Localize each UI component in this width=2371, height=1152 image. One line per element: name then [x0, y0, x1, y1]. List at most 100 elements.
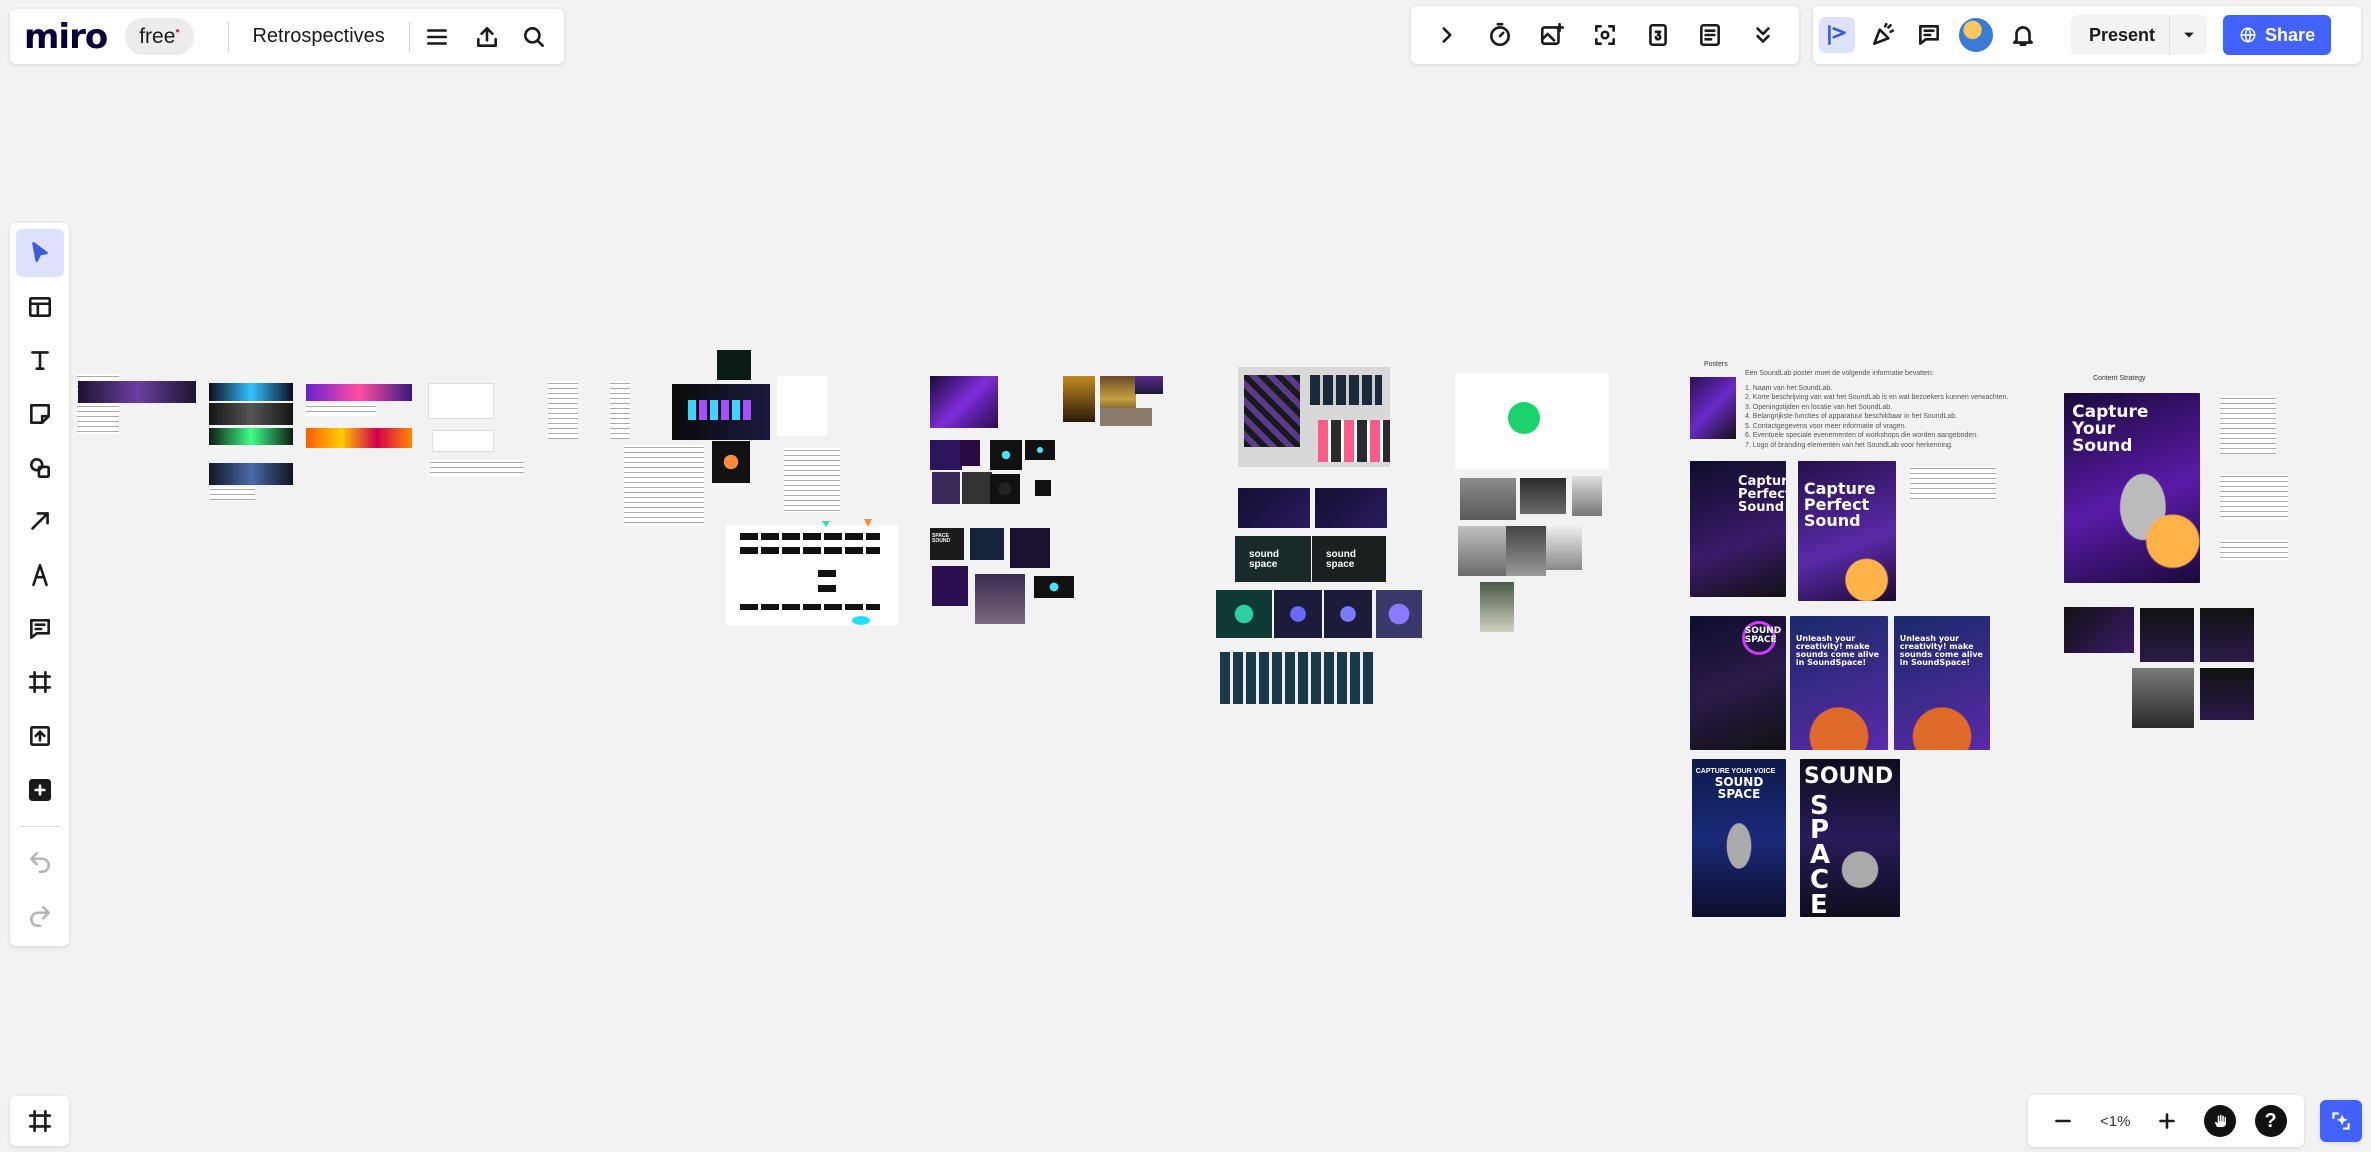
plus-icon[interactable]	[16, 766, 64, 814]
poster-capture-your-voice[interactable]: CAPTURE YOUR VOICE SOUND SPACE	[1692, 759, 1786, 917]
image-thumbnail[interactable]	[1035, 480, 1051, 496]
text-block[interactable]	[2220, 540, 2288, 560]
poster-capture-perfect-sound-1[interactable]: Capture Perfect Sound	[1690, 461, 1786, 597]
image-thumbnail[interactable]	[1238, 488, 1310, 528]
add-image-icon[interactable]	[1534, 17, 1570, 53]
image-thumbnail[interactable]	[1506, 526, 1546, 576]
logo-thumbnail[interactable]: sound space	[1312, 536, 1386, 582]
flowchart-node[interactable]	[818, 585, 836, 592]
text-block[interactable]	[610, 381, 630, 439]
image-thumbnail[interactable]	[2140, 608, 2194, 662]
help-icon[interactable]: ?	[2254, 1105, 2287, 1137]
text-block[interactable]	[2220, 396, 2276, 454]
image-thumbnail[interactable]	[209, 428, 293, 445]
undo-icon[interactable]	[16, 839, 64, 887]
text-block[interactable]	[430, 460, 524, 476]
focus-icon[interactable]	[1587, 17, 1623, 53]
logo-thumbnail[interactable]	[1324, 590, 1372, 638]
image-thumbnail[interactable]	[2200, 608, 2254, 662]
logo-thumbnail[interactable]	[1376, 590, 1422, 638]
image-thumbnail[interactable]	[970, 528, 1004, 560]
poster-capture-perfect-sound-2[interactable]: Capture Perfect Sound	[1798, 461, 1896, 601]
image-thumbnail[interactable]	[1318, 420, 1390, 462]
bell-icon[interactable]	[2005, 17, 2041, 53]
poster-unleash-sound-space[interactable]: SOUND SPACE	[1690, 616, 1786, 750]
present-button[interactable]: Present	[2071, 15, 2208, 55]
hand-icon[interactable]	[2203, 1105, 2236, 1137]
logo-thumbnail[interactable]: sound space	[1235, 536, 1311, 582]
board-title[interactable]: Retrospectives	[240, 25, 396, 48]
flowchart-node[interactable]	[740, 547, 880, 554]
image-thumbnail[interactable]	[306, 384, 412, 401]
image-thumbnail[interactable]	[1063, 376, 1095, 422]
sticky-note-icon[interactable]	[16, 390, 64, 438]
miro-logo[interactable]: miro	[24, 17, 108, 57]
image-thumbnail[interactable]	[209, 383, 293, 401]
image-thumbnail[interactable]	[975, 574, 1025, 624]
text-block[interactable]	[306, 404, 376, 416]
image-thumbnail[interactable]	[1572, 476, 1602, 516]
image-thumbnail[interactable]	[932, 566, 968, 606]
image-thumbnail[interactable]	[306, 428, 412, 448]
text-block[interactable]	[784, 448, 840, 512]
image-thumbnail[interactable]	[712, 441, 750, 483]
select-icon[interactable]	[15, 229, 64, 277]
text-block[interactable]	[2220, 474, 2288, 520]
image-thumbnail[interactable]	[1480, 582, 1514, 632]
text-block[interactable]	[548, 381, 578, 439]
image-thumbnail[interactable]	[1100, 408, 1152, 426]
logo-thumbnail[interactable]	[1274, 590, 1322, 638]
zoom-level[interactable]: <1%	[2100, 1113, 2130, 1130]
frames-panel-button[interactable]	[10, 1096, 69, 1146]
image-thumbnail[interactable]	[1034, 576, 1074, 598]
image-thumbnail[interactable]	[990, 440, 1022, 470]
comment-icon[interactable]	[16, 605, 64, 653]
pen-icon[interactable]	[16, 551, 64, 599]
image-thumbnail[interactable]: SPACE SOUND	[930, 528, 964, 560]
image-thumbnail[interactable]	[432, 430, 494, 452]
image-thumbnail[interactable]	[2132, 668, 2194, 728]
image-thumbnail[interactable]	[209, 463, 293, 485]
image-thumbnail[interactable]	[962, 472, 992, 504]
image-thumbnail[interactable]	[1520, 478, 1566, 514]
text-block[interactable]	[624, 445, 704, 525]
flowchart[interactable]	[726, 525, 898, 625]
poster-capture-your-sound[interactable]: Capture Your Sound	[2064, 393, 2200, 583]
poster-sound-space-vertical[interactable]: SOUND SPACE	[1800, 759, 1900, 917]
flowchart-node[interactable]	[818, 570, 836, 577]
export-icon[interactable]	[471, 19, 502, 55]
text-icon[interactable]	[16, 336, 64, 384]
calendar-icon[interactable]	[1640, 17, 1676, 53]
image-thumbnail[interactable]	[1690, 377, 1736, 439]
image-thumbnail[interactable]	[1460, 478, 1516, 520]
notes-icon[interactable]	[1692, 17, 1728, 53]
redo-icon[interactable]	[16, 892, 64, 940]
text-block[interactable]	[777, 376, 827, 436]
logo-thumbnail[interactable]	[1216, 590, 1272, 638]
chevron-double-down-icon[interactable]	[1745, 17, 1781, 53]
timer-icon[interactable]	[1482, 17, 1518, 53]
text-block[interactable]	[1910, 466, 1996, 500]
shapes-icon[interactable]	[16, 444, 64, 492]
image-thumbnail[interactable]	[428, 383, 494, 419]
flowchart-node[interactable]	[740, 604, 880, 610]
frame-icon[interactable]	[16, 659, 64, 707]
image-thumbnail[interactable]	[2200, 668, 2254, 720]
image-thumbnail[interactable]	[1546, 526, 1582, 570]
zoom-in-icon[interactable]	[2149, 1103, 2185, 1139]
image-thumbnail[interactable]	[78, 381, 196, 403]
image-thumbnail[interactable]	[932, 472, 960, 504]
image-thumbnail[interactable]	[1244, 375, 1300, 447]
board-canvas[interactable]: SPACE SOUND sound space sound space Post…	[0, 0, 2371, 1152]
celebrate-icon[interactable]	[1865, 17, 1901, 53]
arrow-icon[interactable]	[16, 497, 64, 545]
image-thumbnail[interactable]	[930, 440, 962, 470]
flowchart-node[interactable]	[740, 533, 880, 540]
chevron-right-icon[interactable]	[1429, 17, 1465, 53]
image-thumbnail[interactable]	[688, 400, 754, 420]
image-thumbnail[interactable]	[717, 350, 751, 380]
image-thumbnail[interactable]	[990, 474, 1020, 504]
image-thumbnail[interactable]	[930, 376, 998, 428]
image-thumbnail[interactable]	[1135, 376, 1163, 394]
comment-icon[interactable]	[1911, 17, 1947, 53]
